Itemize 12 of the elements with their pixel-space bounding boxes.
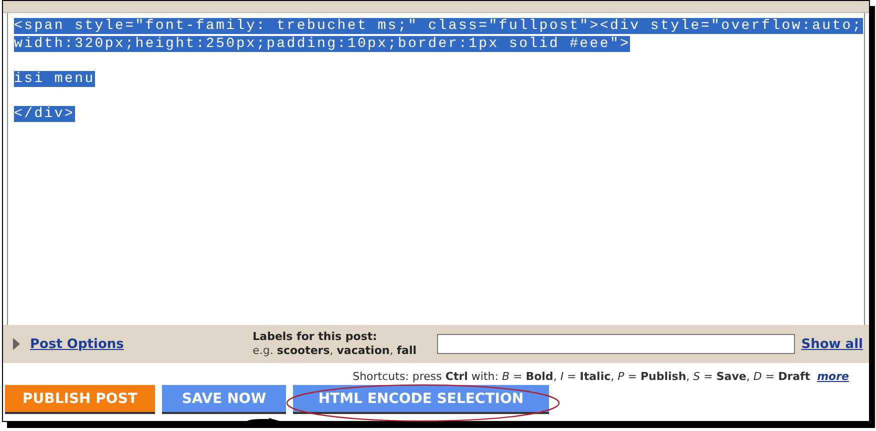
publish-button[interactable]: PUBLISH POST [5,385,155,414]
post-options-link[interactable]: Post Options [30,336,124,352]
expand-triangle-icon[interactable] [13,338,20,350]
labels-input-field[interactable] [436,334,796,354]
more-link[interactable]: more [817,370,849,383]
encode-button[interactable]: HTML ENCODE SELECTION [293,385,549,414]
html-editor-area[interactable]: <span style="font-family: trebuchet ms;" class="fullpost"><div style="overflow:auto; width:320px;height:250px;padding:10px;border:1px solid #eee"> isi menu </div> [7,13,865,325]
shortcuts-hint: Shortcuts: press Ctrl with: B = Bold, I = Italic, P = Publish, S = Save, D = Draft [352,370,810,383]
labels-title: Labels for this post: [252,330,378,344]
labels-hint: e.g. scooters, vacation, fall [252,344,418,358]
show-all-link[interactable]: Show all [801,336,863,352]
save-button[interactable]: SAVE NOW [162,385,286,414]
